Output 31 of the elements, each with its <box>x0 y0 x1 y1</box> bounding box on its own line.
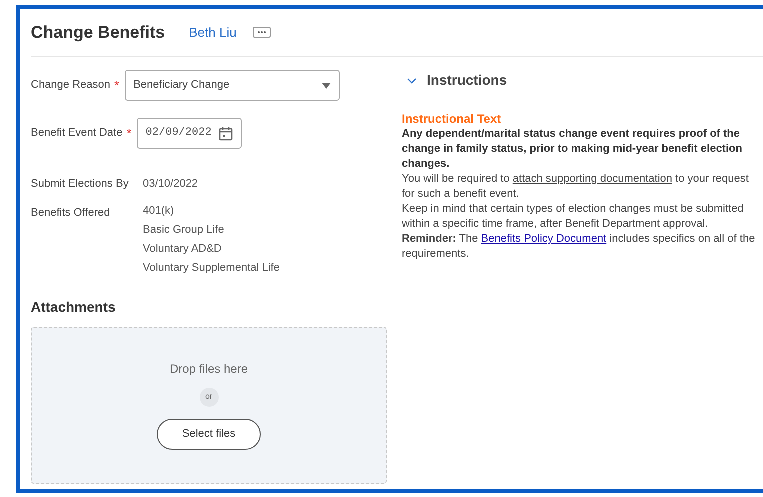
required-mark: * <box>114 76 120 95</box>
field-label: Benefit Event Date <box>31 126 123 142</box>
field-label: Submit Elections By <box>31 177 130 192</box>
benefit-item: 401(k) <box>143 204 176 218</box>
section-title: Attachments <box>31 298 117 316</box>
policy-link[interactable]: Benefits Policy Document <box>481 233 607 245</box>
chevron-icon[interactable] <box>407 78 417 84</box>
dropdown-caret-icon <box>322 82 331 88</box>
field-label: Change Reason <box>31 78 111 94</box>
drop-zone[interactable]: Drop files here or Select files <box>31 326 387 484</box>
section-title: Instructions <box>427 71 508 90</box>
or-label: or <box>200 388 218 406</box>
field-label: Benefits Offered <box>31 206 112 220</box>
more-icon[interactable] <box>252 27 271 38</box>
page-title: Change Benefits <box>31 22 166 44</box>
benefit-item: Basic Group Life <box>143 224 226 236</box>
select-files-button[interactable]: Select files <box>157 418 261 450</box>
benefit-item: Voluntary Supplemental Life <box>143 262 280 274</box>
instruction-paragraph: Any dependent/marital status change event requires proof of the change in family status, prior to making mid-year benefit election changes. <box>402 127 744 172</box>
instruction-paragraph: Keep in mind that certain types of election changes must be submitted within a specific time frame, after Benefit Department approval. <box>402 202 745 232</box>
field-value: 03/10/2022 <box>143 177 198 192</box>
drop-text: Drop files here <box>170 360 248 378</box>
required-mark: * <box>126 124 132 143</box>
change-reason-dropdown[interactable]: Beneficiary Change <box>124 70 340 101</box>
instructions-heading: Instructional Text <box>402 112 502 127</box>
calendar-icon[interactable] <box>218 126 233 140</box>
benefit-item: Voluntary AD&D <box>143 242 223 256</box>
worker-link[interactable]: Beth Liu <box>189 22 237 42</box>
instruction-paragraph: Reminder: The Benefits Policy Document includes specifics on all of the requirements. <box>402 232 756 262</box>
date-field[interactable]: 02/09/2022 <box>136 118 242 149</box>
instruction-paragraph: You will be required to attach supporting documentation to your request for such a benefit event. <box>402 172 750 202</box>
